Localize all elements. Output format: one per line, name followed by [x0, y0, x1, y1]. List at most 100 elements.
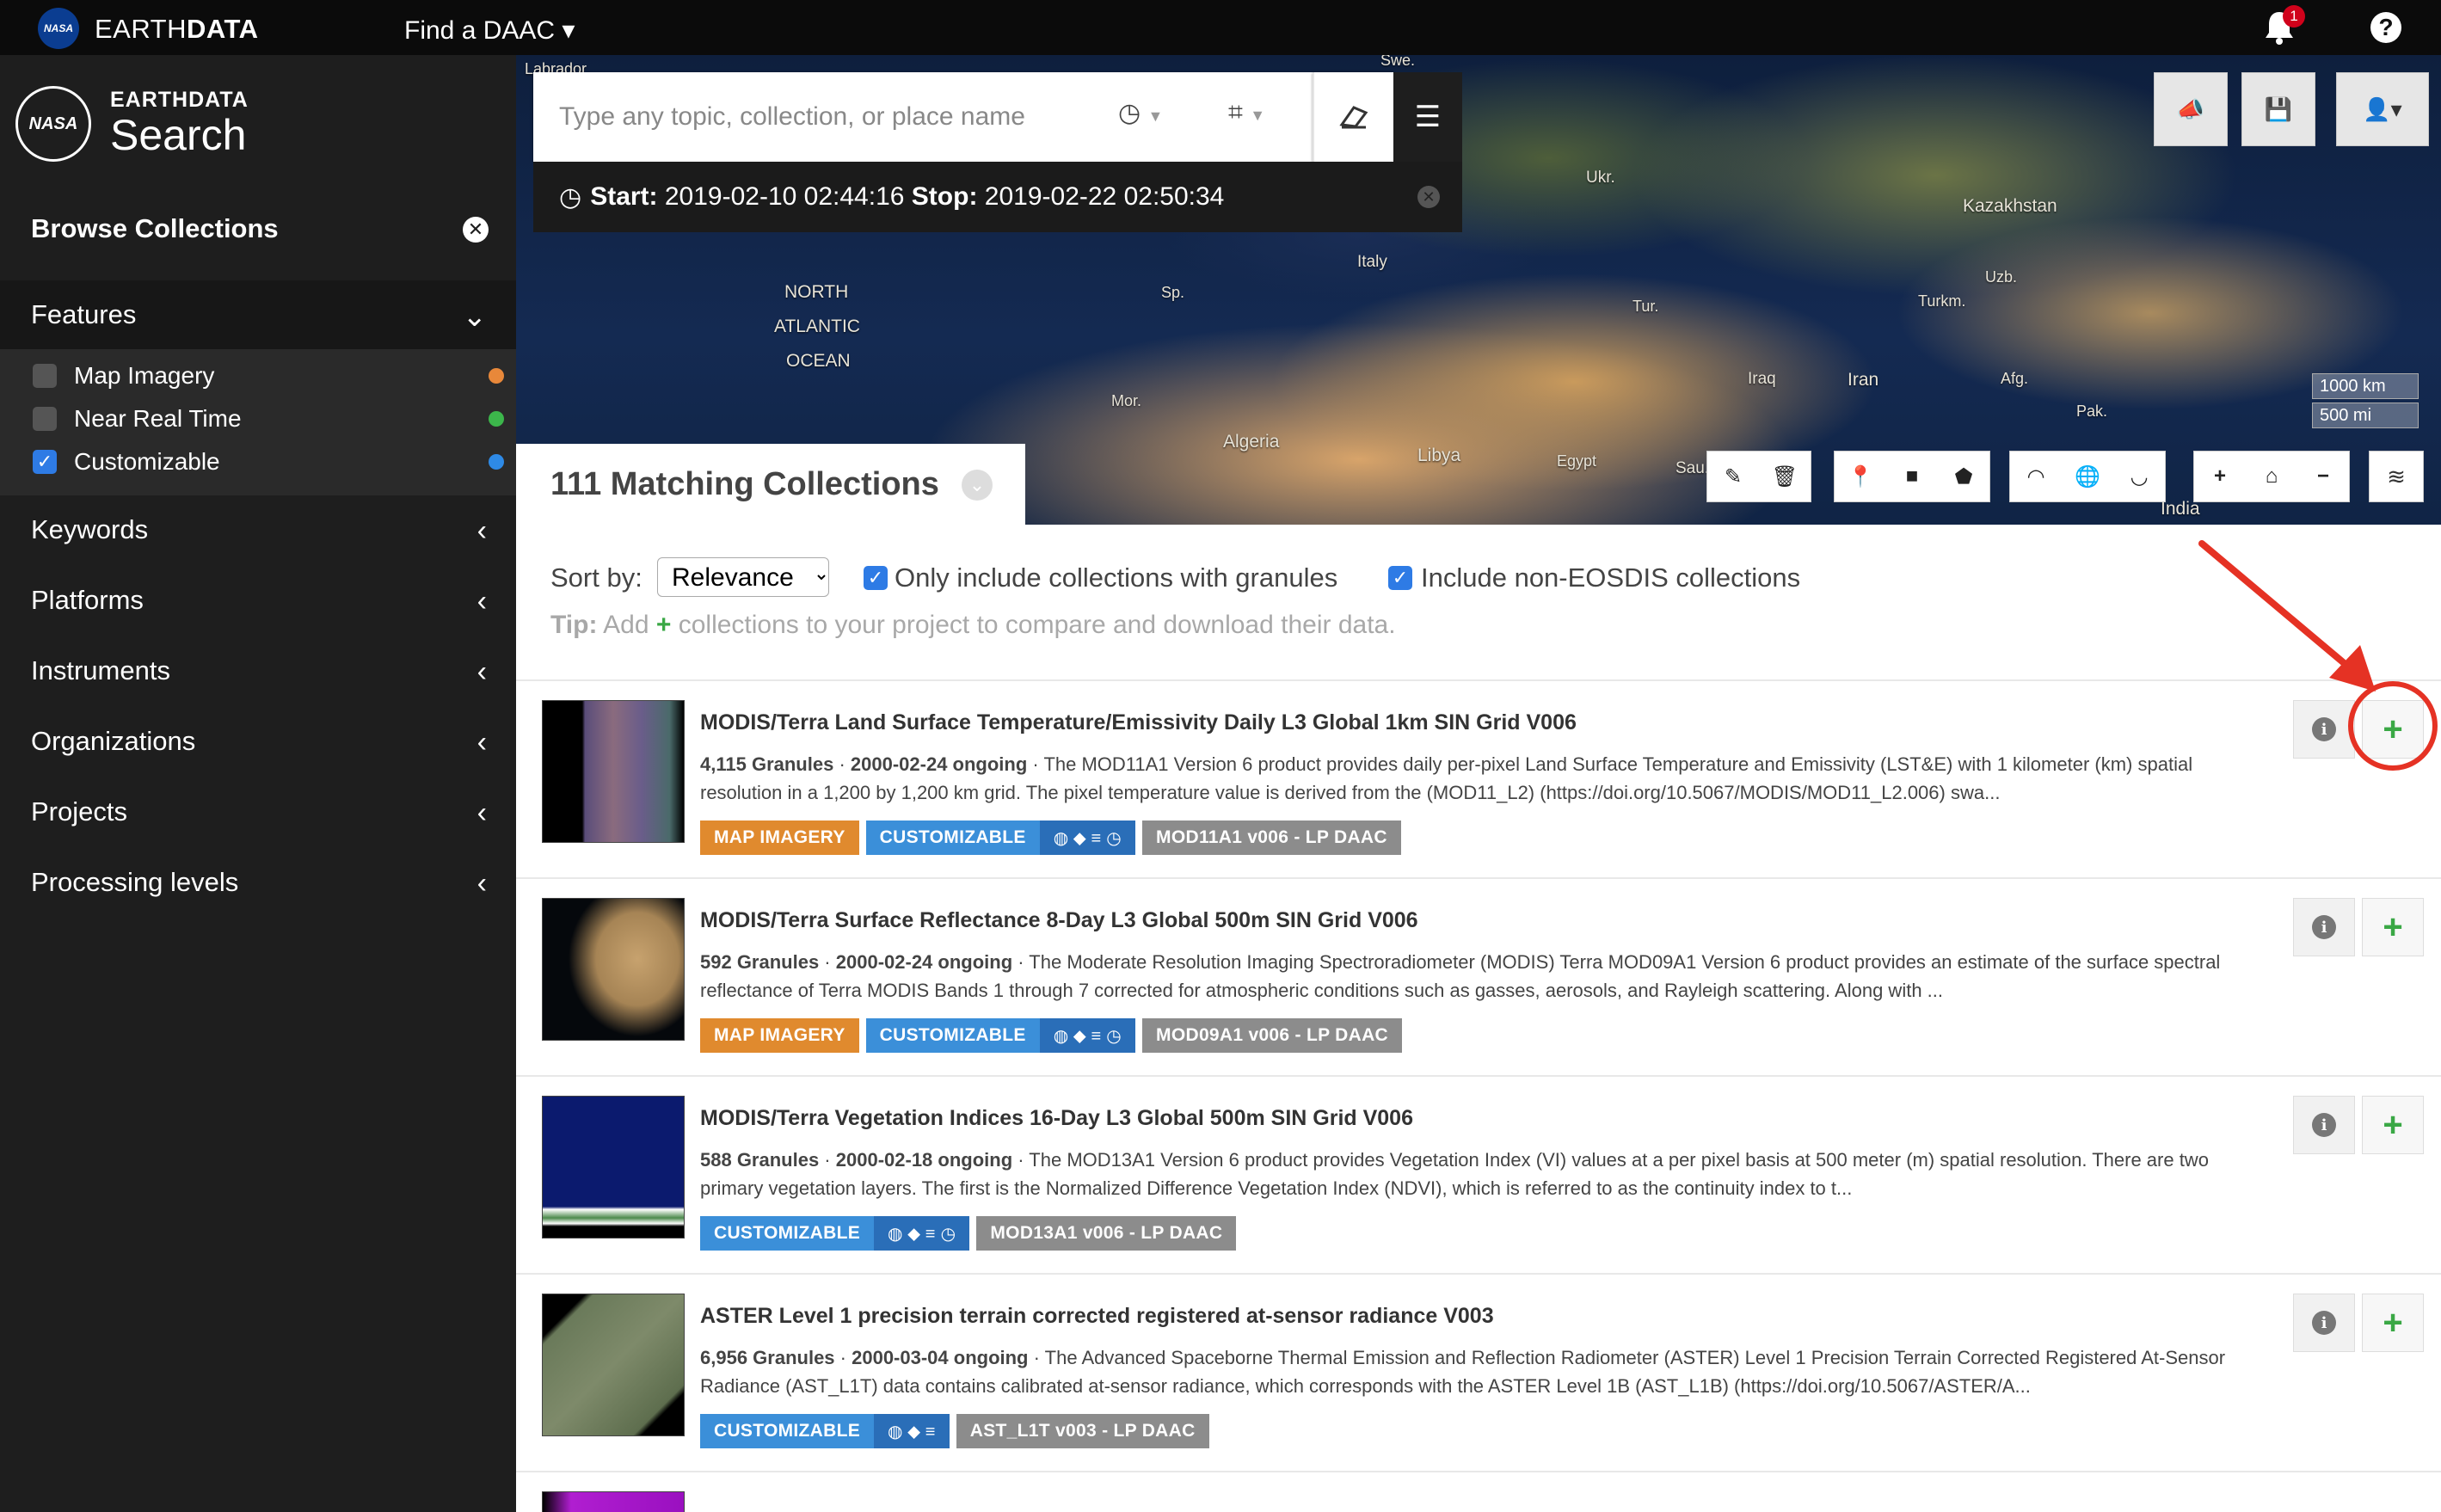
add-to-project-button[interactable]: + [2362, 898, 2424, 956]
non-eosdis-checkbox-checked-icon[interactable]: ✓ [1388, 566, 1412, 590]
map-label: Afg. [2001, 370, 2029, 387]
granule-count: 592 Granules [700, 951, 820, 973]
search-box: ◷ ▼ ⌗ ▼ [533, 72, 1393, 162]
customization-icons: ◍ ⬥ ≡ ◷ [874, 1216, 970, 1251]
zoom-in-icon[interactable]: + [2194, 464, 2246, 489]
layers-button[interactable]: ≋ [2369, 451, 2424, 502]
date-range: 2000-03-04 ongoing [852, 1347, 1029, 1368]
collection-info-button[interactable]: i [2293, 1294, 2355, 1352]
help-icon[interactable]: ? [2370, 12, 2401, 43]
sidebar-section-organizations[interactable]: Organizations ‹ [0, 707, 516, 776]
earthdata-label: EARTHDATA [110, 88, 249, 112]
granules-checkbox-checked-icon[interactable]: ✓ [864, 566, 888, 590]
granule-count: 4,115 Granules [700, 753, 834, 775]
map-label: Turkm. [1918, 292, 1966, 310]
collection-row[interactable]: MODIS/Terra Vegetation Indices 16-Day L3… [516, 1075, 2441, 1273]
collection-tags: CUSTOMIZABLE ◍ ⬥ ≡ AST_L1T v003 - LP DAA… [700, 1414, 1209, 1448]
menu-button[interactable]: ☰ [1393, 72, 1462, 162]
collection-description: 4,115 Granules · 2000-02-24 ongoing · Th… [700, 753, 2193, 803]
collection-row-partial[interactable] [516, 1471, 2441, 1512]
delete-shape-icon[interactable]: 🗑 [1759, 464, 1811, 489]
announcement-button[interactable]: 📣 [2154, 72, 2228, 146]
brand-bold: DATA [187, 14, 259, 44]
collection-row[interactable]: MODIS/Terra Surface Reflectance 8-Day L3… [516, 877, 2441, 1075]
eraser-icon [1339, 106, 1368, 129]
feature-customizable[interactable]: ✓ Customizable [0, 440, 516, 483]
edit-shape-icon[interactable]: ✎ [1707, 464, 1759, 489]
stop-label: Stop: [911, 182, 978, 211]
sort-select[interactable]: Relevance [657, 557, 829, 597]
collection-thumbnail [542, 1491, 685, 1512]
add-to-project-button[interactable]: + [2362, 1096, 2424, 1154]
temporal-filter-clock-icon[interactable]: ◷ ▼ [1118, 98, 1163, 128]
chevron-left-icon: ‹ [477, 726, 487, 759]
tag-map-imagery: MAP IMAGERY [700, 1018, 859, 1053]
rectangle-icon[interactable]: ■ [1886, 464, 1938, 489]
sidebar-section-processing-levels[interactable]: Processing levels ‹ [0, 848, 516, 917]
temporal-range-bar[interactable]: ◷ Start: 2019-02-10 02:44:16 Stop: 2019-… [533, 162, 1462, 232]
collection-title[interactable]: ASTER Level 1 precision terrain correcte… [700, 1304, 1494, 1329]
collection-info-button[interactable]: i [2293, 1096, 2355, 1154]
sidebar-section-keywords[interactable]: Keywords ‹ [0, 495, 516, 564]
close-browse-icon[interactable]: ✕ [463, 217, 489, 243]
collection-row[interactable]: MODIS/Terra Land Surface Temperature/Emi… [516, 679, 2441, 877]
find-daac-dropdown[interactable]: Find a DAAC ▾ [404, 15, 575, 46]
add-to-project-button[interactable]: + [2362, 1294, 2424, 1352]
point-marker-icon[interactable]: 📍 [1835, 464, 1886, 489]
info-icon: i [2312, 1311, 2336, 1335]
arctic-projection-icon[interactable]: ◠ [2010, 464, 2062, 489]
notification-count-badge: 1 [2283, 5, 2305, 28]
layers-icon: ≋ [2387, 463, 2406, 489]
spatial-filter-crop-icon[interactable]: ⌗ ▼ [1228, 98, 1265, 127]
eraser-clear-button[interactable] [1313, 72, 1393, 162]
map-label: Swe. [1380, 55, 1416, 69]
stop-time: 2019-02-22 02:50:34 [984, 182, 1225, 211]
collection-title[interactable]: MODIS/Terra Surface Reflectance 8-Day L3… [700, 908, 1418, 933]
collection-info-button[interactable]: i [2293, 700, 2355, 759]
checkbox-checked-icon[interactable]: ✓ [33, 450, 57, 474]
clear-time-icon[interactable]: ✕ [1417, 186, 1440, 208]
date-range: 2000-02-24 ongoing [835, 951, 1013, 973]
user-menu-button[interactable]: 👤▾ [2336, 72, 2429, 146]
collection-row[interactable]: ASTER Level 1 precision terrain correcte… [516, 1273, 2441, 1471]
collection-title[interactable]: MODIS/Terra Vegetation Indices 16-Day L3… [700, 1106, 1413, 1131]
earthdata-brand[interactable]: EARTHDATA [95, 14, 259, 45]
status-dot-icon [489, 454, 504, 470]
collapse-results-icon[interactable]: ⌄ [962, 470, 993, 501]
tag-customizable: CUSTOMIZABLE [865, 1018, 1040, 1053]
search-input[interactable] [559, 95, 1110, 139]
tip-label: Tip: [550, 611, 598, 639]
collection-info-button[interactable]: i [2293, 898, 2355, 956]
globe-icon[interactable]: 🌐 [2062, 464, 2113, 489]
chevron-down-icon: ⌄ [462, 300, 488, 333]
polygon-icon[interactable]: ⬟ [1938, 464, 1989, 489]
nasa-meatball-logo[interactable]: NASA [15, 86, 91, 162]
map-label: Libya [1417, 446, 1461, 465]
nasa-logo[interactable]: NASA [38, 8, 79, 49]
granules-filter-label: Only include collections with granules [895, 562, 1338, 593]
map-projection-tools: ◠ 🌐 ◡ [2009, 451, 2166, 502]
antarctic-projection-icon[interactable]: ◡ [2113, 464, 2165, 489]
sidebar-section-instruments[interactable]: Instruments ‹ [0, 636, 516, 705]
sidebar: NASA EARTHDATA Search Browse Collections… [0, 55, 516, 1512]
map-label: Pak. [2076, 403, 2108, 420]
zoom-out-icon[interactable]: − [2297, 464, 2349, 489]
collection-tags: MAP IMAGERY CUSTOMIZABLE ◍ ⬥ ≡ ◷ MOD09A1… [700, 1018, 1403, 1053]
sidebar-section-platforms[interactable]: Platforms ‹ [0, 566, 516, 635]
feature-near-real-time[interactable]: Near Real Time [0, 397, 516, 440]
checkbox[interactable] [33, 364, 57, 388]
collection-title[interactable]: MODIS/Terra Land Surface Temperature/Emi… [700, 710, 1577, 735]
feature-label: Customizable [74, 448, 220, 475]
tip-before: Add [603, 611, 649, 639]
save-project-button[interactable]: 💾 [2241, 72, 2315, 146]
features-section-header[interactable]: Features ⌄ [0, 280, 516, 349]
matching-collections-title: 111 Matching Collections [550, 466, 939, 502]
info-icon: i [2312, 1113, 2336, 1137]
home-icon[interactable]: ⌂ [2246, 464, 2297, 489]
checkbox[interactable] [33, 407, 57, 431]
section-label: Processing levels [31, 867, 239, 897]
section-label: Organizations [31, 726, 196, 756]
sidebar-section-projects[interactable]: Projects ‹ [0, 778, 516, 846]
collection-thumbnail [542, 1096, 685, 1238]
feature-map-imagery[interactable]: Map Imagery [0, 354, 516, 397]
